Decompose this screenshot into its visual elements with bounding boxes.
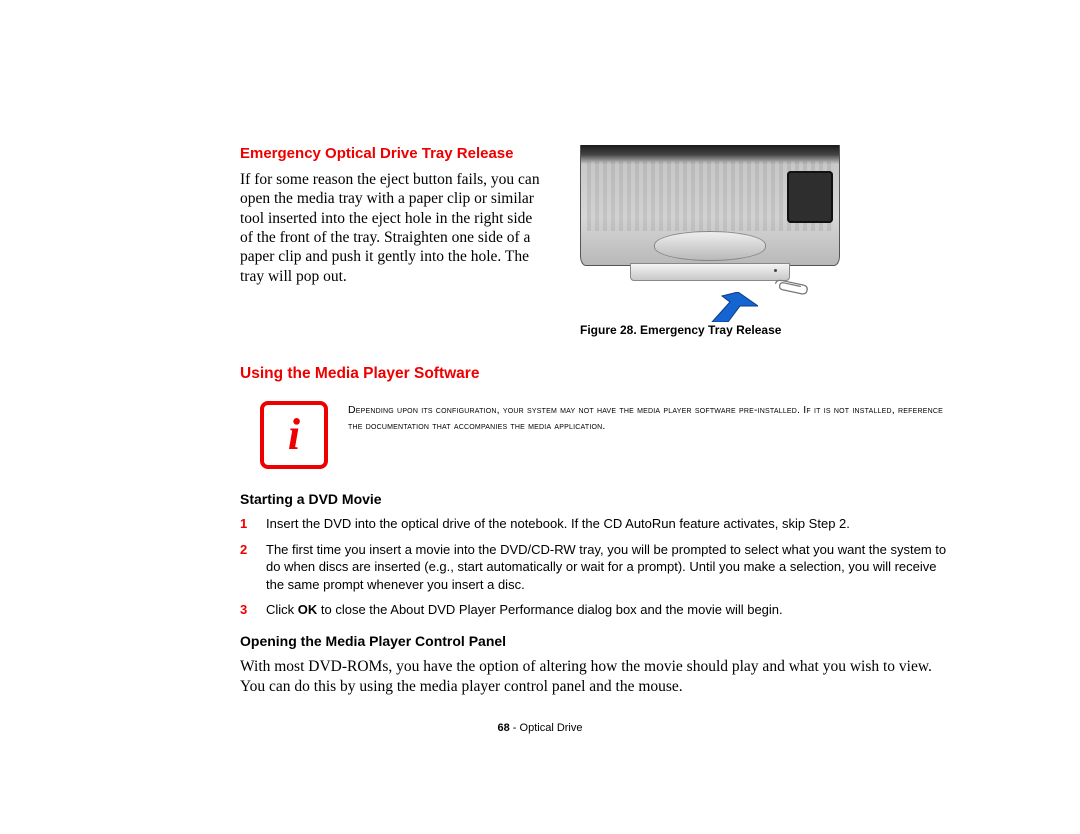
footer-section-label: Optical Drive <box>520 722 583 734</box>
laptop-body-shape <box>580 145 840 266</box>
info-note-text: Depending upon its configuration, your s… <box>348 401 950 435</box>
laptop-illustration <box>580 145 840 315</box>
subheading-control-panel: Opening the Media Player Control Panel <box>240 633 950 649</box>
info-note-row: i Depending upon its configuration, your… <box>260 401 950 469</box>
optical-drive-tray <box>630 263 790 281</box>
ordered-steps: 1 Insert the DVD into the optical drive … <box>240 515 950 619</box>
laptop-front-curve <box>654 231 766 261</box>
step-number: 1 <box>240 515 252 533</box>
list-item: 1 Insert the DVD into the optical drive … <box>240 515 950 533</box>
laptop-port <box>787 171 833 223</box>
paperclip-icon <box>771 276 811 298</box>
section-heading-media-player: Using the Media Player Software <box>240 365 950 383</box>
subheading-starting-dvd: Starting a DVD Movie <box>240 491 950 507</box>
section-heading-emergency: Emergency Optical Drive Tray Release <box>240 145 540 164</box>
two-column-layout: Emergency Optical Drive Tray Release If … <box>240 145 950 337</box>
eject-hole <box>774 269 777 272</box>
step-text: Click OK to close the About DVD Player P… <box>266 601 783 619</box>
page-number: 68 <box>498 722 510 734</box>
figure-container: Figure 28. Emergency Tray Release <box>580 145 950 337</box>
step-text: Insert the DVD into the optical drive of… <box>266 515 850 533</box>
left-column: Emergency Optical Drive Tray Release If … <box>240 145 540 337</box>
list-item: 2 The first time you insert a movie into… <box>240 541 950 594</box>
figure-caption: Figure 28. Emergency Tray Release <box>580 323 950 337</box>
page-footer: 68 - Optical Drive <box>0 722 1080 734</box>
list-item: 3 Click OK to close the About DVD Player… <box>240 601 950 619</box>
step-text: The first time you insert a movie into t… <box>266 541 950 594</box>
arrow-icon <box>708 292 758 322</box>
control-panel-paragraph: With most DVD-ROMs, you have the option … <box>240 657 950 697</box>
emergency-paragraph: If for some reason the eject button fail… <box>240 170 540 286</box>
step-number: 2 <box>240 541 252 594</box>
step-number: 3 <box>240 601 252 619</box>
footer-dash: - <box>510 722 520 734</box>
document-page: Emergency Optical Drive Tray Release If … <box>0 0 1080 834</box>
info-icon: i <box>260 401 328 469</box>
